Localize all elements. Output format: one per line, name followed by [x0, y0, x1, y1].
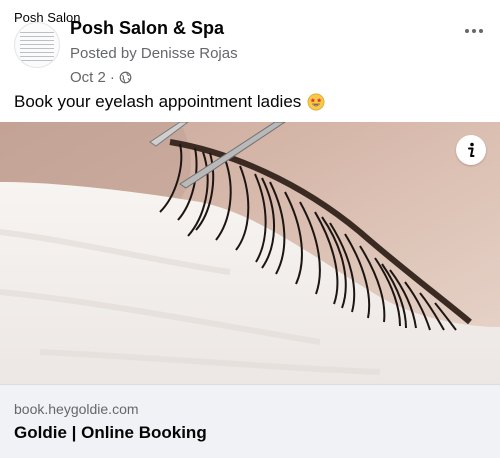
- page-avatar[interactable]: [14, 22, 60, 68]
- post-message-text: Book your eyelash appointment ladies: [14, 92, 302, 111]
- link-preview-card[interactable]: book.heygoldie.com Goldie | Online Booki…: [0, 384, 500, 458]
- star-struck-emoji-icon: [307, 93, 325, 111]
- link-title[interactable]: Goldie | Online Booking: [14, 423, 207, 443]
- more-options-icon: [465, 29, 469, 33]
- post-meta: Oct 2 ·: [70, 69, 132, 86]
- info-icon: [468, 142, 475, 157]
- post-image[interactable]: [0, 122, 500, 384]
- link-domain: book.heygoldie.com: [14, 401, 139, 417]
- meta-separator: ·: [109, 69, 115, 86]
- page-name-link[interactable]: Posh Salon & Spa: [70, 18, 224, 39]
- info-button[interactable]: [456, 135, 486, 165]
- facebook-post: Posh Salon Posh Salon & Spa Posted by De…: [0, 0, 500, 458]
- eyelash-photo: [0, 122, 500, 384]
- posted-by-text: Posted by Denisse Rojas: [70, 45, 238, 62]
- post-date-link[interactable]: Oct 2: [70, 69, 106, 86]
- more-options-button[interactable]: [462, 22, 486, 40]
- globe-icon[interactable]: [119, 71, 132, 84]
- post-message: Book your eyelash appointment ladies: [14, 92, 325, 112]
